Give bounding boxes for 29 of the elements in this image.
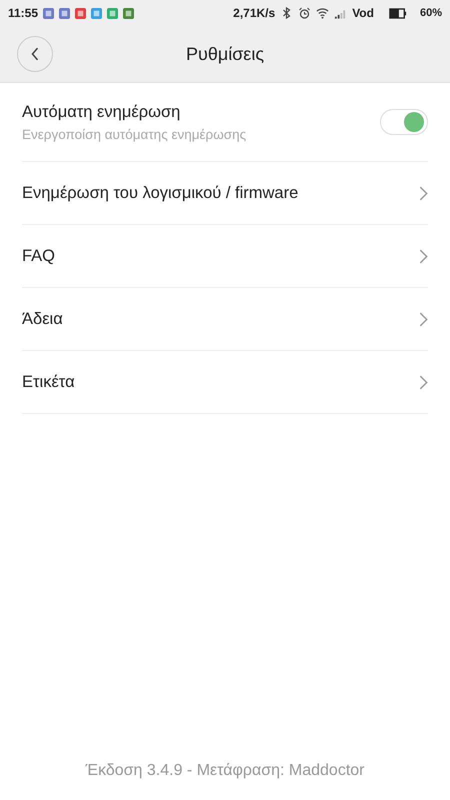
- wifi-icon: [316, 7, 330, 19]
- setting-description: Ενεργοποίση αυτόματης ενημέρωσης: [22, 126, 246, 142]
- alarm-icon: [298, 7, 312, 19]
- notification-icon: [91, 8, 102, 18]
- back-icon: [30, 47, 40, 61]
- chevron-icon: [419, 312, 428, 326]
- notification-icon: [123, 8, 134, 18]
- setting-label: Αυτόματη ενημέρωση: [22, 102, 182, 122]
- settings-item[interactable]: Άδεια: [22, 288, 428, 351]
- chevron-icon: [419, 374, 428, 390]
- chevron-icon: [419, 248, 428, 264]
- notification-icon: [43, 8, 54, 18]
- toggle-switch[interactable]: [380, 109, 428, 135]
- signal-icon: [334, 7, 348, 19]
- back-button[interactable]: [17, 36, 53, 72]
- status-time: 11:55: [8, 6, 38, 20]
- settings-item[interactable]: FAQ: [22, 225, 428, 288]
- battery-percent: 60%: [420, 7, 442, 19]
- battery-icon: [388, 8, 407, 18]
- settings-item[interactable]: Ενημέρωση του λογισμικού / firmware: [22, 162, 428, 225]
- settings-item[interactable]: Ετικέτα: [22, 351, 428, 414]
- notification-icon: [75, 8, 86, 18]
- notification-icon: [107, 8, 118, 18]
- carrier-name: Vod: [352, 6, 374, 20]
- version-text: Έκδοση 3.4.9 - Μετάφραση: Maddoctor: [84, 762, 366, 781]
- network-speed: 2,71K/s: [233, 6, 276, 20]
- page-title: Ρυθμίσεις: [186, 44, 264, 64]
- notification-icon: [59, 8, 70, 18]
- chevron-icon: [419, 186, 428, 200]
